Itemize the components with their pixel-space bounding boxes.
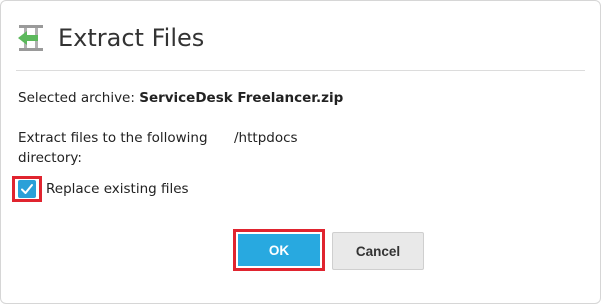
header-divider: [16, 70, 585, 71]
selected-archive-row: Selected archive: ServiceDesk Freelancer…: [18, 90, 343, 106]
extract-arrow-icon: [18, 25, 43, 51]
checkbox-checked[interactable]: [18, 180, 36, 198]
cancel-button[interactable]: Cancel: [332, 232, 424, 270]
selected-archive-label: Selected archive:: [18, 90, 135, 106]
ok-button-highlight: OK: [233, 229, 325, 271]
checkmark-icon: [21, 184, 33, 194]
target-directory-label: Extract files to the following directory…: [18, 130, 208, 166]
selected-archive-value: ServiceDesk Freelancer.zip: [139, 90, 344, 106]
dialog-title: Extract Files: [58, 24, 205, 52]
dialog-header: Extract Files: [16, 18, 204, 58]
replace-existing-checkbox[interactable]: [12, 176, 42, 202]
ok-button[interactable]: OK: [238, 234, 320, 266]
replace-existing-label[interactable]: Replace existing files: [46, 180, 189, 198]
target-directory-value[interactable]: /httpdocs: [234, 128, 298, 148]
extract-files-dialog: Extract Files Selected archive: ServiceD…: [0, 0, 601, 304]
